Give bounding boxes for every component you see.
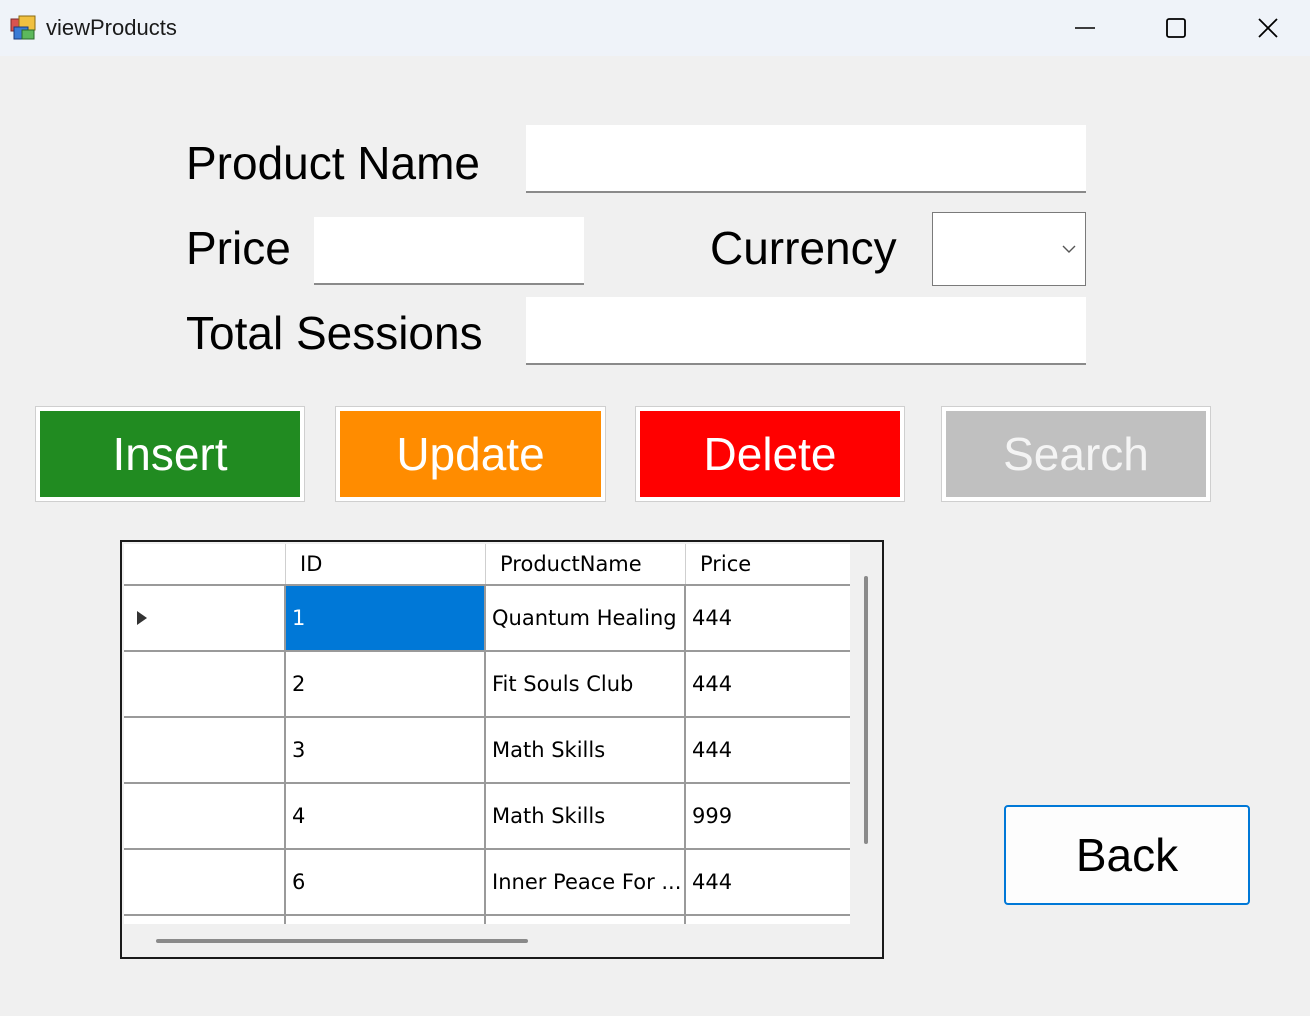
- cell-id[interactable]: 4: [286, 784, 486, 848]
- cell-id[interactable]: 2: [286, 652, 486, 716]
- partial-table-row: [124, 916, 850, 924]
- cell-id: [286, 916, 486, 924]
- grid-header-row: ID ProductName Price: [124, 544, 850, 586]
- column-header-price[interactable]: Price: [686, 544, 850, 584]
- row-header[interactable]: [124, 586, 286, 650]
- delete-button[interactable]: Delete: [635, 406, 905, 502]
- grid-body: ID ProductName Price 1 Quantum Healing 4…: [124, 544, 850, 924]
- cell-productname[interactable]: Inner Peace For ...: [486, 850, 686, 914]
- table-row[interactable]: 3 Math Skills 444: [124, 718, 850, 784]
- column-header-id[interactable]: ID: [286, 544, 486, 584]
- insert-button-label: Insert: [40, 411, 300, 497]
- cell-price[interactable]: 999: [686, 784, 850, 848]
- table-row[interactable]: 1 Quantum Healing 444: [124, 586, 850, 652]
- vertical-scrollbar[interactable]: [864, 576, 868, 844]
- products-grid[interactable]: ID ProductName Price 1 Quantum Healing 4…: [120, 540, 884, 959]
- app-icon: [10, 15, 36, 40]
- update-button[interactable]: Update: [335, 406, 606, 502]
- cell-id[interactable]: 6: [286, 850, 486, 914]
- currency-select[interactable]: [932, 212, 1086, 286]
- horizontal-scrollbar[interactable]: [156, 939, 528, 943]
- row-header[interactable]: [124, 784, 286, 848]
- total-sessions-label: Total Sessions: [186, 307, 483, 359]
- row-header-corner[interactable]: [124, 544, 286, 584]
- total-sessions-input[interactable]: [526, 297, 1086, 365]
- cell-price[interactable]: 444: [686, 652, 850, 716]
- table-row[interactable]: 2 Fit Souls Club 444: [124, 652, 850, 718]
- cell-productname[interactable]: Fit Souls Club: [486, 652, 686, 716]
- price-input[interactable]: [314, 217, 584, 285]
- cell-id[interactable]: 3: [286, 718, 486, 782]
- product-name-input[interactable]: [526, 125, 1086, 193]
- price-label: Price: [186, 222, 291, 274]
- row-header[interactable]: [124, 850, 286, 914]
- cell-productname[interactable]: Math Skills: [486, 718, 686, 782]
- column-header-productname[interactable]: ProductName: [486, 544, 686, 584]
- back-button[interactable]: Back: [1004, 805, 1250, 905]
- insert-button[interactable]: Insert: [35, 406, 305, 502]
- product-name-label: Product Name: [186, 137, 481, 189]
- maximize-icon: [1166, 18, 1186, 38]
- delete-button-label: Delete: [640, 411, 900, 497]
- title-bar: viewProducts: [0, 0, 1310, 56]
- close-button[interactable]: [1222, 0, 1310, 56]
- cell-id[interactable]: 1: [286, 586, 486, 650]
- chevron-down-icon: [1062, 245, 1076, 253]
- table-row[interactable]: 4 Math Skills 999: [124, 784, 850, 850]
- cell-price[interactable]: 444: [686, 850, 850, 914]
- window-title: viewProducts: [46, 15, 177, 40]
- search-button[interactable]: Search: [941, 406, 1211, 502]
- minimize-button[interactable]: [1039, 0, 1131, 56]
- search-button-label: Search: [946, 411, 1206, 497]
- row-indicator-icon: [137, 611, 147, 625]
- update-button-label: Update: [340, 411, 601, 497]
- close-icon: [1258, 18, 1278, 38]
- cell-productname[interactable]: Quantum Healing: [486, 586, 686, 650]
- cell-price[interactable]: 444: [686, 718, 850, 782]
- row-header: [124, 916, 286, 924]
- row-header[interactable]: [124, 718, 286, 782]
- cell-productname[interactable]: Math Skills: [486, 784, 686, 848]
- cell-price[interactable]: 444: [686, 586, 850, 650]
- maximize-button[interactable]: [1130, 0, 1222, 56]
- row-header[interactable]: [124, 652, 286, 716]
- table-row[interactable]: 6 Inner Peace For ... 444: [124, 850, 850, 916]
- cell-productname: [486, 916, 686, 924]
- minimize-icon: [1075, 27, 1095, 29]
- currency-label: Currency: [710, 222, 897, 274]
